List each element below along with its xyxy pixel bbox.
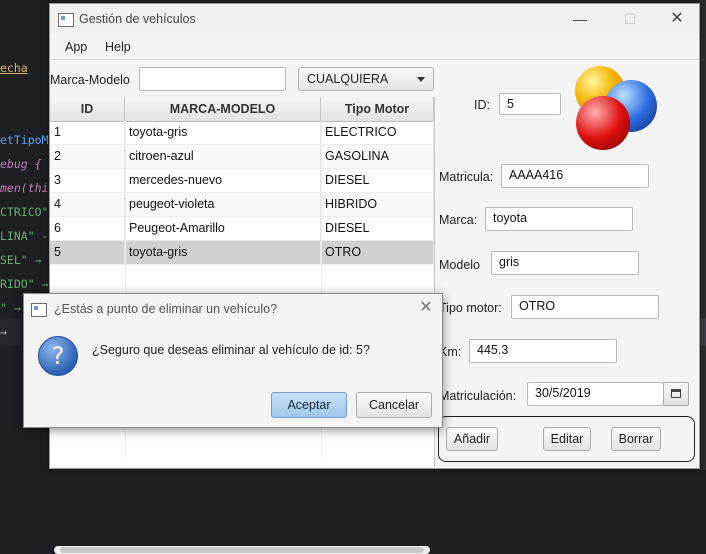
app-logo bbox=[572, 64, 658, 150]
delete-confirmation-dialog: ¿Estás a punto de eliminar un vehículo? … bbox=[23, 293, 443, 428]
app-icon bbox=[58, 13, 74, 27]
cell-tipo-motor: HIBRIDO bbox=[321, 193, 434, 217]
modelo-field[interactable]: gris bbox=[491, 251, 639, 275]
calendar-icon[interactable] bbox=[663, 382, 689, 406]
table-header: ID MARCA-MODELO Tipo Motor bbox=[50, 97, 434, 122]
question-icon: ? bbox=[38, 336, 78, 376]
dialog-title: ¿Estás a punto de eliminar un vehículo? bbox=[54, 302, 278, 316]
code-line: etTipoMo bbox=[0, 133, 56, 147]
maximize-icon[interactable]: ☐ bbox=[620, 9, 640, 29]
horizontal-scrollbar[interactable] bbox=[54, 546, 430, 554]
close-icon[interactable]: ✕ bbox=[667, 9, 687, 29]
cell-tipo-motor: GASOLINA bbox=[321, 145, 434, 169]
column-header-tipo-motor[interactable]: Tipo Motor bbox=[321, 97, 434, 121]
matricula-field[interactable]: AAAA416 bbox=[501, 164, 649, 188]
table-row[interactable]: 6 Peugeot-Amarillo DIESEL bbox=[50, 217, 434, 241]
cell-tipo-motor: DIESEL bbox=[321, 217, 434, 241]
table-row[interactable]: 5 toyota-gris OTRO bbox=[50, 241, 434, 265]
column-header-id[interactable]: ID bbox=[50, 97, 125, 121]
menu-bar: App Help bbox=[50, 35, 699, 60]
cell-id: 3 bbox=[50, 169, 125, 193]
cell-id: 2 bbox=[50, 145, 125, 169]
marca-field[interactable]: toyota bbox=[485, 207, 633, 231]
cell-marca-modelo: toyota-gris bbox=[125, 241, 321, 265]
add-button[interactable]: Añadir bbox=[446, 427, 498, 451]
table-row[interactable]: 3 mercedes-nuevo DIESEL bbox=[50, 169, 434, 193]
cell-tipo-motor: DIESEL bbox=[321, 169, 434, 193]
cell-tipo-motor: OTRO bbox=[321, 241, 434, 265]
code-line: men(this bbox=[0, 181, 56, 195]
table-row[interactable]: 2 citroen-azul GASOLINA bbox=[50, 145, 434, 169]
engine-type-combo[interactable]: CUALQUIERA bbox=[298, 67, 434, 91]
table-row[interactable]: 1 toyota-gris ELECTRICO bbox=[50, 121, 434, 145]
cell-marca-modelo: toyota-gris bbox=[125, 121, 321, 145]
marca-label: Marca: bbox=[439, 213, 478, 227]
menu-help[interactable]: Help bbox=[105, 40, 131, 54]
code-line: RIDO" → bbox=[0, 277, 49, 291]
cell-marca-modelo: Peugeot-Amarillo bbox=[125, 217, 321, 241]
code-line: ebug { bbox=[0, 157, 42, 171]
cell-id: 4 bbox=[50, 193, 125, 217]
dialog-message: ¿Seguro que deseas eliminar al vehículo … bbox=[92, 343, 370, 357]
column-header-marca-modelo[interactable]: MARCA-MODELO bbox=[125, 97, 321, 121]
cell-marca-modelo: mercedes-nuevo bbox=[125, 169, 321, 193]
window-titlebar: Gestión de vehículos — ☐ ✕ bbox=[50, 4, 699, 34]
app-icon bbox=[31, 303, 47, 317]
code-line: CTRICO" bbox=[0, 205, 49, 219]
delete-button[interactable]: Borrar bbox=[611, 427, 661, 451]
accept-button[interactable]: Aceptar bbox=[271, 392, 347, 418]
cell-tipo-motor: ELECTRICO bbox=[321, 121, 434, 145]
cancel-button[interactable]: Cancelar bbox=[356, 392, 432, 418]
cell-marca-modelo: peugeot-violeta bbox=[125, 193, 321, 217]
chevron-down-icon bbox=[417, 77, 425, 82]
code-line: " → bbox=[0, 301, 21, 315]
cell-marca-modelo: citroen-azul bbox=[125, 145, 321, 169]
motor-label: Tipo motor: bbox=[439, 301, 502, 315]
window-title: Gestión de vehículos bbox=[79, 12, 196, 26]
matricula-label: Matricula: bbox=[439, 170, 494, 184]
filter-input[interactable] bbox=[139, 67, 286, 91]
filter-label: Marca-Modelo bbox=[50, 73, 130, 87]
code-line: echa bbox=[0, 61, 28, 75]
code-line: SEL" → bbox=[0, 253, 42, 267]
motor-field[interactable]: OTRO bbox=[511, 295, 659, 319]
matriculacion-date-field[interactable]: 30/5/2019 bbox=[527, 382, 664, 406]
dialog-titlebar: ¿Estás a punto de eliminar un vehículo? … bbox=[24, 294, 442, 324]
combo-value: CUALQUIERA bbox=[307, 72, 389, 86]
id-label: ID: bbox=[474, 98, 490, 112]
matriculacion-label: Matriculación: bbox=[439, 389, 517, 403]
cell-id: 6 bbox=[50, 217, 125, 241]
id-field[interactable]: 5 bbox=[499, 93, 561, 115]
menu-app[interactable]: App bbox=[65, 40, 87, 54]
dialog-close-icon[interactable]: ✕ bbox=[416, 298, 436, 318]
cell-id: 1 bbox=[50, 121, 125, 145]
code-line: → bbox=[0, 325, 7, 339]
table-row[interactable]: 4 peugeot-violeta HIBRIDO bbox=[50, 193, 434, 217]
modelo-label: Modelo bbox=[439, 258, 480, 272]
code-line: LINA" - bbox=[0, 229, 49, 243]
km-field[interactable]: 445.3 bbox=[469, 339, 617, 363]
action-buttons-panel: Añadir Editar Borrar bbox=[438, 416, 695, 462]
minimize-icon[interactable]: — bbox=[570, 9, 590, 29]
edit-button[interactable]: Editar bbox=[543, 427, 591, 451]
cell-id: 5 bbox=[50, 241, 125, 265]
